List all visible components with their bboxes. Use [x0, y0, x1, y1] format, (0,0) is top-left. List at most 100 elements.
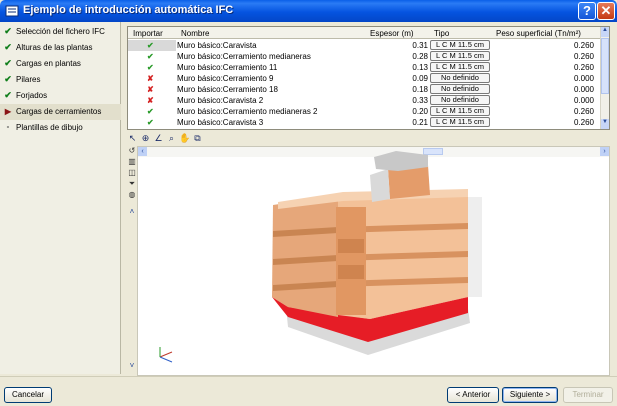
wall-type-button[interactable]: L C M 11.5 cm: [430, 62, 490, 72]
import-cell[interactable]: ✔: [128, 40, 176, 51]
scroll-down-icon[interactable]: ˅: [127, 361, 137, 371]
wall-surface-weight: 0.260: [573, 118, 594, 127]
step-pilares[interactable]: ✔ Pilares: [0, 72, 121, 88]
import-cell[interactable]: ✔: [128, 62, 176, 73]
check-icon: ✔: [4, 42, 12, 52]
back-button[interactable]: < Anterior: [447, 387, 499, 403]
column-header-peso[interactable]: Peso superficial (Tn/m²): [496, 29, 581, 38]
wall-name: Muro básico:Caravista: [177, 41, 257, 50]
measure-icon[interactable]: ∠: [153, 133, 164, 144]
wall-thickness: 0.31: [412, 41, 428, 50]
wall-surface-weight: 0.260: [573, 63, 594, 72]
wall-name: Muro básico:Caravista 2: [177, 96, 264, 105]
import-cell[interactable]: ✘: [128, 73, 176, 84]
layers-icon[interactable]: ◍: [127, 190, 137, 200]
table-row[interactable]: ✘ Muro básico:Cerramiento 9 0.09 No definid…: [128, 73, 602, 84]
scroll-down-icon[interactable]: ▼: [601, 119, 609, 129]
wall-thickness: 0.21: [412, 118, 428, 127]
table-row[interactable]: ✔ Muro básico:Caravista 3 0.21 L C M 11.5 c…: [128, 117, 602, 128]
step-label: Cargas en plantas: [16, 59, 81, 68]
step-label: Alturas de las plantas: [16, 43, 93, 52]
wall-thickness: 0.13: [412, 63, 428, 72]
step-cargas-plantas[interactable]: ✔ Cargas en plantas: [0, 56, 121, 72]
model-3d-viewer[interactable]: ‹ ›: [137, 146, 610, 376]
next-button[interactable]: Siguiente >: [502, 387, 558, 403]
import-cross-icon[interactable]: ✘: [147, 96, 157, 105]
import-cell[interactable]: ✘: [128, 95, 176, 106]
wall-name: Muro básico:Cerramiento medianeras 2: [177, 107, 318, 116]
import-cell[interactable]: ✘: [128, 84, 176, 95]
import-cell[interactable]: ✔: [128, 117, 176, 128]
table-row[interactable]: ✔ Muro básico:Cerramiento medianeras 2 0.2…: [128, 106, 602, 117]
close-button[interactable]: ✕: [597, 2, 615, 20]
scroll-thumb[interactable]: [601, 38, 609, 94]
scroll-up-icon[interactable]: ˄: [127, 207, 137, 217]
wall-type-button[interactable]: L C M 11.5 cm: [430, 40, 490, 50]
walls-table: Importar Nombre Espesor (m) Tipo Peso su…: [127, 26, 610, 130]
scroll-up-icon[interactable]: ▲: [601, 27, 609, 37]
table-row[interactable]: ✘ Muro básico:Caravista 2 0.33 No definido 0…: [128, 95, 602, 106]
cancel-button[interactable]: Cancelar: [4, 387, 52, 403]
step-plantillas-dibujo[interactable]: - Plantillas de dibujo: [0, 120, 121, 136]
column-header-espesor[interactable]: Espesor (m): [370, 29, 414, 38]
column-header-tipo[interactable]: Tipo: [434, 29, 449, 38]
import-check-icon[interactable]: ✔: [147, 52, 157, 61]
table-header: Importar Nombre Espesor (m) Tipo Peso su…: [128, 27, 602, 39]
pan-hand-icon[interactable]: ✋: [179, 133, 190, 144]
step-cargas-cerramientos[interactable]: ▶ Cargas de cerramientos: [0, 104, 121, 120]
step-seleccion-fichero[interactable]: ✔ Selección del fichero IFC: [0, 24, 121, 40]
import-cross-icon[interactable]: ✘: [147, 85, 157, 94]
pending-dash-icon: -: [6, 122, 10, 131]
table-row[interactable]: ✔ Muro básico:Cerramiento 11 0.13 L C M 11.…: [128, 62, 602, 73]
zoom-icon[interactable]: ⌕: [166, 133, 177, 144]
import-cell[interactable]: ✔: [128, 51, 176, 62]
table-row[interactable]: ✔ Muro básico:Cerramiento medianeras 0.28 L…: [128, 51, 602, 62]
wall-surface-weight: 0.260: [573, 107, 594, 116]
import-check-icon[interactable]: ✔: [147, 41, 157, 50]
zoom-window-icon[interactable]: ⊕: [140, 133, 151, 144]
wall-type-button[interactable]: L C M 11.5 cm: [430, 106, 490, 116]
filter-icon[interactable]: ⏷: [127, 179, 137, 189]
rotate-icon[interactable]: ↺: [127, 146, 137, 156]
import-cell[interactable]: ✔: [128, 106, 176, 117]
wall-thickness: 0.33: [412, 96, 428, 105]
table-row[interactable]: ✔ Muro básico:Caravista 0.31 L C M 11.5 cm 0…: [128, 40, 602, 51]
import-check-icon[interactable]: ✔: [147, 107, 157, 116]
wall-name: Muro básico:Cerramiento 9: [177, 74, 274, 83]
wall-surface-weight: 0.000: [573, 96, 594, 105]
column-header-nombre[interactable]: Nombre: [181, 29, 209, 38]
box-view-icon[interactable]: ◫: [127, 168, 137, 178]
building-model: [159, 151, 482, 363]
import-check-icon[interactable]: ✔: [147, 118, 157, 127]
check-icon: ✔: [4, 58, 12, 68]
column-header-importar[interactable]: Importar: [133, 29, 163, 38]
wall-surface-weight: 0.000: [573, 74, 594, 83]
window-title: Ejemplo de introducción automática IFC: [23, 4, 234, 16]
wall-type-button[interactable]: L C M 11.5 cm: [430, 117, 490, 127]
wall-type-button[interactable]: No definido: [430, 95, 490, 105]
step-label: Selección del fichero IFC: [16, 27, 105, 36]
import-check-icon[interactable]: ✔: [147, 63, 157, 72]
help-button[interactable]: ?: [578, 2, 596, 20]
wall-thickness: 0.18: [412, 85, 428, 94]
step-forjados[interactable]: ✔ Forjados: [0, 88, 121, 104]
step-label: Pilares: [16, 75, 41, 84]
step-alturas-plantas[interactable]: ✔ Alturas de las plantas: [0, 40, 121, 56]
table-vertical-scrollbar[interactable]: ▲ ▼: [600, 27, 609, 129]
wall-type-button[interactable]: No definido: [430, 73, 490, 83]
wall-surface-weight: 0.260: [573, 41, 594, 50]
finish-button[interactable]: Terminar: [563, 387, 613, 403]
wall-type-button[interactable]: No definido: [430, 84, 490, 94]
select-arrow-icon[interactable]: ↖: [127, 133, 138, 144]
step-label: Cargas de cerramientos: [16, 107, 102, 116]
app-icon: [5, 5, 19, 17]
viewer-toolbar: ↖ ⊕ ∠ ⌕ ✋ ⧉: [127, 133, 217, 146]
table-row[interactable]: ✘ Muro básico:Cerramiento 18 0.18 No defini…: [128, 84, 602, 95]
wall-name: Muro básico:Cerramiento 18: [177, 85, 278, 94]
wall-type-button[interactable]: L C M 11.5 cm: [430, 51, 490, 61]
zoom-extents-icon[interactable]: ⧉: [192, 133, 203, 144]
step-label: Plantillas de dibujo: [16, 123, 83, 132]
building-icon[interactable]: ▥: [127, 157, 137, 167]
import-cross-icon[interactable]: ✘: [147, 74, 157, 83]
wall-surface-weight: 0.260: [573, 52, 594, 61]
